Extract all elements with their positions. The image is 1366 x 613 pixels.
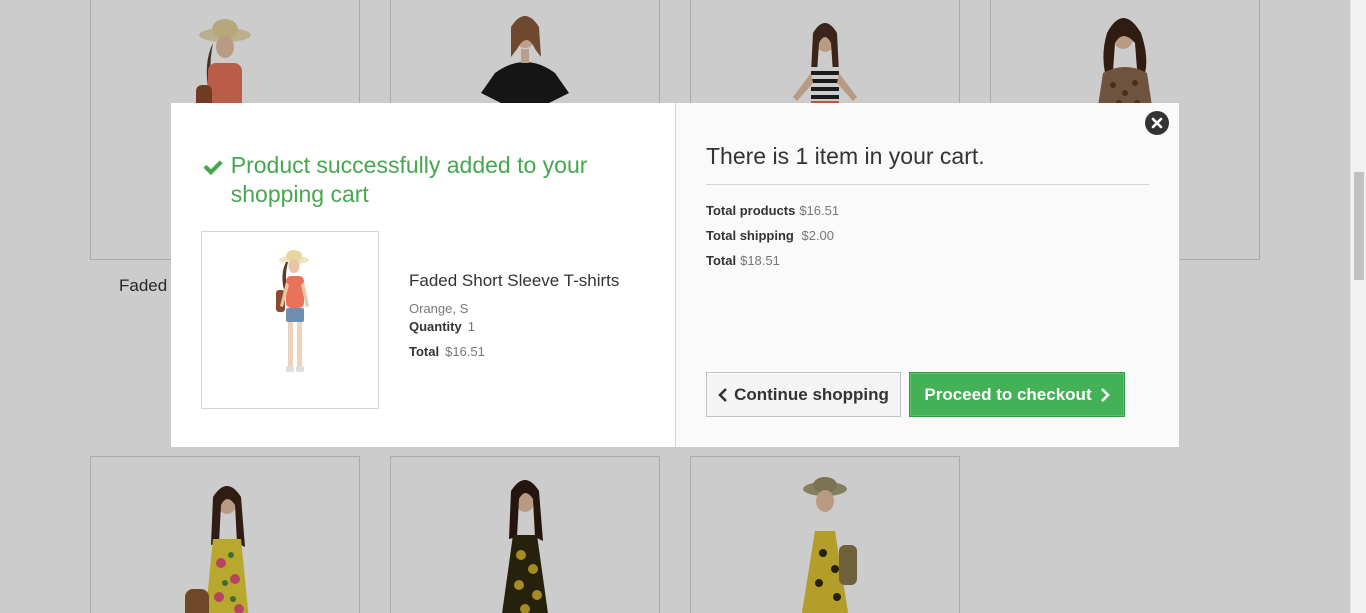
product-quantity: Quantity 1	[409, 319, 475, 334]
product-attributes: Orange, S	[409, 301, 469, 316]
modal-product-section: Product successfully added to your shopp…	[171, 103, 676, 447]
scrollbar-thumb[interactable]	[1354, 172, 1364, 280]
page-scrollbar[interactable]	[1350, 0, 1366, 613]
total-products-value: $16.51	[799, 203, 840, 218]
add-to-cart-modal: Product successfully added to your shopp…	[171, 103, 1179, 447]
total-products-label: Total products	[706, 203, 796, 218]
check-icon	[203, 160, 223, 176]
cart-count-text: There is 1 item in your cart.	[706, 143, 985, 169]
chevron-right-icon	[1100, 387, 1110, 402]
total-shipping-row: Total shipping $2.00	[706, 228, 834, 243]
product-thumbnail	[201, 231, 379, 409]
checkout-label: Proceed to checkout	[924, 384, 1092, 404]
summary-divider	[706, 184, 1149, 185]
total-products-row: Total products $16.51	[706, 203, 839, 218]
continue-shopping-button[interactable]: Continue shopping	[706, 372, 901, 417]
product-total-label: Total	[409, 344, 440, 359]
cart-total-label: Total	[706, 253, 737, 268]
modal-cart-summary: There is 1 item in your cart. Total prod…	[676, 103, 1179, 447]
success-message: Product successfully added to your shopp…	[230, 152, 588, 207]
quantity-value: 1	[467, 319, 475, 334]
total-shipping-value: $2.00	[801, 228, 835, 243]
chevron-left-icon	[718, 387, 727, 402]
product-image	[276, 250, 309, 372]
cart-total-row: Total $18.51	[706, 253, 780, 268]
continue-shopping-label: Continue shopping	[734, 384, 889, 404]
quantity-label: Quantity	[409, 319, 462, 334]
cart-total-value: $18.51	[740, 253, 780, 268]
proceed-to-checkout-button[interactable]: Proceed to checkout	[909, 372, 1125, 417]
product-total: Total $16.51	[409, 344, 485, 359]
close-icon	[1151, 117, 1163, 129]
product-name: Faded Short Sleeve T-shirts	[409, 271, 620, 290]
total-shipping-label: Total shipping	[706, 228, 794, 243]
product-total-value: $16.51	[445, 344, 485, 359]
success-header: Product successfully added to your shopp…	[202, 151, 602, 209]
close-button[interactable]	[1145, 111, 1169, 135]
